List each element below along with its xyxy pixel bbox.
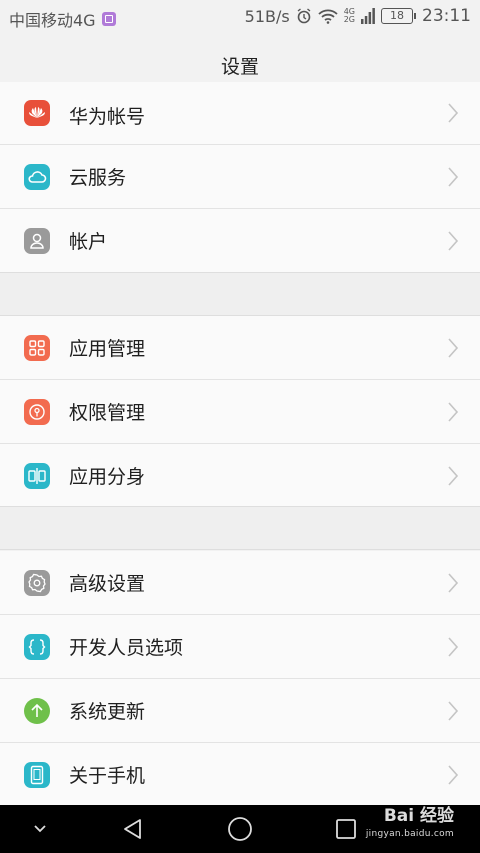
person-icon [24, 227, 50, 254]
settings-item-permission-management[interactable]: 权限管理 [0, 380, 480, 444]
settings-item-system-update[interactable]: 系统更新 [0, 679, 480, 743]
settings-group-account: 华为帐号 云服务 帐户 [0, 82, 480, 272]
settings-item-cloud-service[interactable]: 云服务 [0, 145, 480, 209]
home-button[interactable] [222, 805, 258, 853]
chevron-right-icon [448, 636, 459, 657]
arrow-up-icon [24, 697, 50, 724]
cloud-icon [24, 163, 50, 190]
recents-square-icon [336, 819, 356, 839]
alarm-icon [297, 8, 311, 24]
chevron-down-icon [34, 825, 46, 833]
settings-item-label: 开发人员选项 [69, 637, 184, 659]
settings-item-label: 帐户 [69, 231, 108, 253]
watermark-url: jingyan.baidu.com [365, 829, 454, 839]
chevron-right-icon [448, 401, 459, 422]
phone-icon [24, 761, 50, 788]
recents-button[interactable] [328, 805, 364, 853]
section-divider [0, 506, 480, 550]
home-circle-icon [228, 817, 252, 841]
chevron-right-icon [448, 103, 459, 123]
grid-icon [24, 334, 50, 361]
settings-item-accounts[interactable]: 帐户 [0, 209, 480, 272]
sim-icon [101, 12, 116, 26]
clock: 23:11 [422, 6, 471, 26]
chevron-right-icon [448, 700, 459, 721]
net-speed: 51B/s [244, 6, 290, 26]
app-twin-icon [24, 462, 50, 489]
settings-group-apps: 应用管理 权限管理 应用分身 [0, 316, 480, 507]
settings-item-label: 高级设置 [69, 573, 146, 595]
braces-icon [24, 633, 50, 660]
chevron-right-icon [448, 230, 459, 251]
key-icon [24, 398, 50, 425]
gear-icon [24, 569, 50, 596]
settings-item-huawei-account[interactable]: 华为帐号 [0, 82, 480, 145]
status-bar: 中国移动4G 51B/s 4G 2G 18 23:11 [0, 0, 480, 33]
chevron-right-icon [448, 572, 459, 593]
settings-item-label: 华为帐号 [69, 106, 146, 128]
carrier-label: 中国移动4G [9, 11, 96, 30]
wifi-icon [318, 9, 338, 24]
back-button[interactable] [115, 805, 151, 853]
settings-item-label: 应用分身 [69, 466, 146, 488]
chevron-right-icon [448, 465, 459, 486]
settings-item-label: 权限管理 [69, 402, 146, 424]
settings-item-app-twin[interactable]: 应用分身 [0, 444, 480, 507]
settings-item-advanced-settings[interactable]: 高级设置 [0, 551, 480, 615]
chevron-right-icon [448, 337, 459, 358]
settings-item-label: 云服务 [69, 167, 127, 189]
back-triangle-icon [124, 819, 141, 839]
settings-item-label: 系统更新 [69, 701, 146, 723]
settings-item-app-management[interactable]: 应用管理 [0, 316, 480, 380]
network-type: 4G 2G [344, 8, 355, 24]
watermark-brand: Bai 经验 [383, 806, 454, 826]
settings-item-label: 应用管理 [69, 338, 146, 360]
baidu-jingyan-watermark: Bai 经验 jingyan.baidu.com [366, 807, 454, 843]
chevron-right-icon [448, 764, 459, 785]
battery-icon: 18 [381, 8, 416, 24]
settings-item-about-phone[interactable]: 关于手机 [0, 743, 480, 806]
settings-item-developer-options[interactable]: 开发人员选项 [0, 615, 480, 679]
signal-icon [361, 8, 375, 24]
net-type-bottom: 2G [343, 15, 355, 24]
chevron-right-icon [448, 166, 459, 187]
page-title: 设置 [220, 56, 259, 78]
battery-level: 18 [381, 8, 413, 24]
settings-group-system: 高级设置 开发人员选项 系统更新 关于手机 [0, 551, 480, 806]
hide-navbar-button[interactable] [25, 805, 55, 853]
huawei-logo-icon [24, 100, 50, 126]
settings-item-label: 关于手机 [69, 765, 146, 787]
section-divider [0, 272, 480, 316]
